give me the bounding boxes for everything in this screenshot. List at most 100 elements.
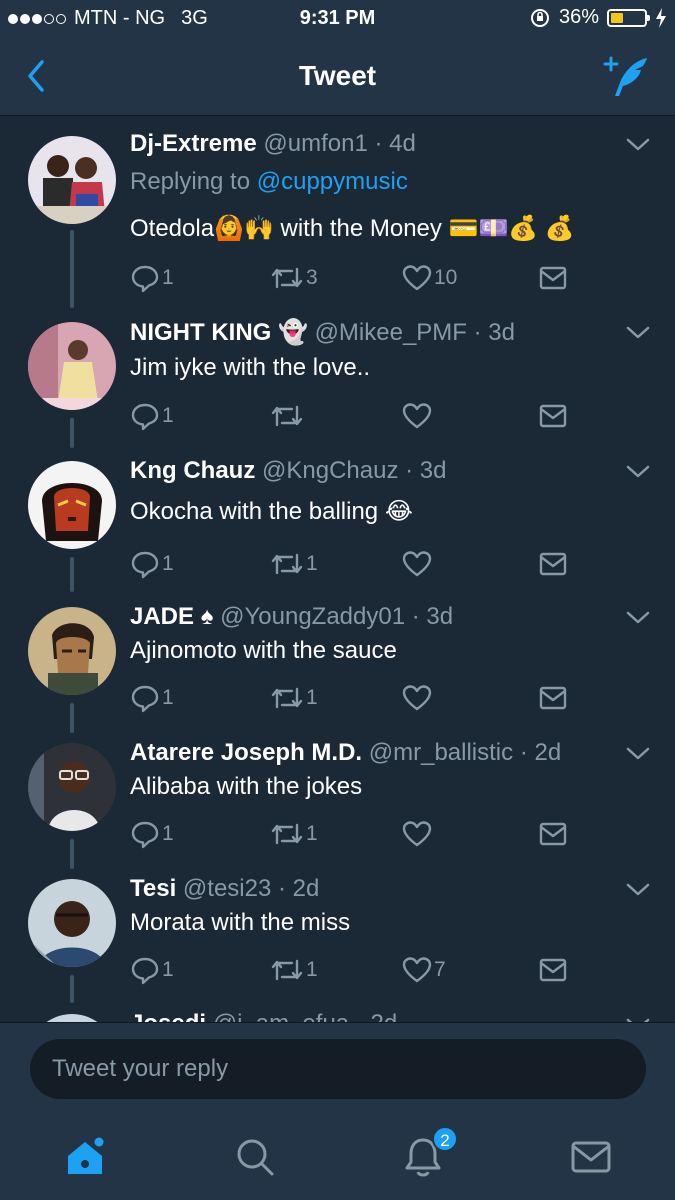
mention-link[interactable]: @cuppymusic (257, 168, 408, 195)
retweet-icon (271, 405, 303, 427)
tweet-text: Okocha with the balling 😂 (130, 498, 413, 525)
compose-tweet-button[interactable] (601, 54, 653, 100)
display-name[interactable]: JADE ♠ (130, 603, 213, 630)
tweet-item[interactable]: Atarere Joseph M.D. @mr_ballistic · 2d A… (0, 739, 675, 869)
messages-icon[interactable] (568, 1134, 614, 1180)
home-icon[interactable] (62, 1134, 108, 1180)
avatar[interactable] (28, 743, 116, 831)
heart-icon (402, 403, 432, 429)
chevron-down-icon[interactable] (624, 461, 652, 481)
retweet-button[interactable]: 1 (270, 955, 318, 985)
like-button[interactable] (402, 683, 434, 713)
tweet-header: Atarere Joseph M.D. @mr_ballistic · 2d (130, 739, 561, 767)
display-name[interactable]: Kng Chauz (130, 457, 255, 484)
avatar[interactable] (28, 1014, 116, 1022)
page-title: Tweet (298, 60, 377, 91)
retweet-count: 3 (306, 266, 318, 289)
share-dm-button[interactable] (538, 401, 568, 431)
avatar[interactable] (28, 461, 116, 549)
tweet-text: Ajinomoto with the sauce (130, 637, 397, 664)
retweet-icon (271, 959, 303, 981)
chevron-down-icon[interactable] (624, 607, 652, 627)
reply-button[interactable]: 1 (130, 401, 174, 431)
tweet-item[interactable]: Dj-Extreme @umfon1 · 4d Replying to @cup… (0, 130, 675, 308)
tweet-actions: 1 (130, 401, 580, 433)
chevron-down-icon[interactable] (624, 322, 652, 342)
envelope-icon (539, 822, 567, 846)
tweet-header: Tesi @tesi23 · 2d (130, 875, 319, 903)
nav-bar: Tweet (0, 38, 675, 116)
reply-icon (131, 265, 159, 293)
tweet-item[interactable]: Josedi @i_am_efua · 2d (0, 1010, 675, 1022)
tweet-actions: 1 1 (130, 819, 580, 851)
tweet-item[interactable]: Kng Chauz @KngChauz · 3d Okocha with the… (0, 457, 675, 592)
tweet-text: Otedola🙆🙌 with the Money 💳💷💰 💰 (130, 215, 575, 242)
reply-count: 1 (162, 822, 174, 845)
heart-icon (402, 685, 432, 711)
username[interactable]: @KngChauz (262, 457, 398, 484)
chevron-down-icon[interactable] (624, 879, 652, 899)
tab-bar: 2 (0, 1116, 675, 1200)
share-dm-button[interactable] (538, 683, 568, 713)
reply-button[interactable]: 1 (130, 819, 174, 849)
avatar[interactable] (28, 322, 116, 410)
like-button[interactable]: 7 (402, 955, 446, 985)
tweet-item[interactable]: Tesi @tesi23 · 2d Morata with the miss 1… (0, 875, 675, 1005)
tweet-text: Morata with the miss (130, 909, 351, 936)
like-button[interactable] (402, 401, 434, 431)
like-button[interactable] (402, 819, 434, 849)
display-name[interactable]: Josedi (130, 1010, 206, 1022)
envelope-icon (539, 686, 567, 710)
tweet-actions: 1 1 7 (130, 955, 580, 987)
reply-button[interactable]: 1 (130, 549, 174, 579)
reply-button[interactable]: 1 (130, 683, 174, 713)
heart-icon (402, 551, 432, 577)
retweet-button[interactable]: 1 (270, 683, 318, 713)
display-name[interactable]: NIGHT KING 👻 (130, 319, 308, 346)
retweet-button[interactable]: 3 (270, 263, 318, 293)
tweet-item[interactable]: JADE ♠ @YoungZaddy01 · 3d Ajinomoto with… (0, 603, 675, 733)
avatar[interactable] (28, 607, 116, 695)
envelope-icon (539, 266, 567, 290)
tweet-item[interactable]: NIGHT KING 👻 @Mikee_PMF · 3d Jim iyke wi… (0, 318, 675, 448)
search-icon[interactable] (232, 1134, 278, 1180)
avatar[interactable] (28, 136, 116, 224)
reply-icon (131, 685, 159, 713)
display-name[interactable]: Dj-Extreme (130, 130, 257, 157)
avatar[interactable] (28, 879, 116, 967)
display-name[interactable]: Tesi (130, 875, 176, 902)
rotation-lock-icon (530, 8, 549, 27)
tweet-header: JADE ♠ @YoungZaddy01 · 3d (130, 603, 453, 631)
share-dm-button[interactable] (538, 819, 568, 849)
retweet-button[interactable]: 1 (270, 549, 318, 579)
tweet-header: Josedi @i_am_efua · 2d (130, 1010, 397, 1022)
chevron-down-icon[interactable] (624, 1014, 652, 1022)
chevron-down-icon[interactable] (624, 743, 652, 763)
share-dm-button[interactable] (538, 549, 568, 579)
retweet-icon (271, 687, 303, 709)
share-dm-button[interactable] (538, 955, 568, 985)
reply-icon (131, 403, 159, 431)
username[interactable]: @tesi23 (183, 875, 271, 902)
heart-icon (402, 957, 432, 983)
username[interactable]: @YoungZaddy01 (220, 603, 405, 630)
reply-button[interactable]: 1 (130, 955, 174, 985)
battery-percent: 36% (558, 6, 599, 28)
retweet-button[interactable]: 1 (270, 819, 318, 849)
replying-to: Replying to @cuppymusic (130, 168, 408, 196)
retweet-button[interactable] (270, 401, 306, 431)
username[interactable]: @Mikee_PMF (315, 319, 467, 346)
username[interactable]: @umfon1 (263, 130, 367, 157)
like-button[interactable] (402, 549, 434, 579)
like-button[interactable]: 10 (402, 263, 457, 293)
username[interactable]: @i_am_efua (213, 1010, 349, 1022)
display-name[interactable]: Atarere Joseph M.D. (130, 739, 362, 766)
tweet-text: Jim iyke with the love.. (130, 354, 371, 381)
status-bar: MTN - NG 3G 9:31 PM 36% (0, 0, 675, 38)
share-dm-button[interactable] (538, 263, 568, 293)
reply-input[interactable] (30, 1039, 646, 1099)
username[interactable]: @mr_ballistic (369, 739, 513, 766)
tweet-header: Kng Chauz @KngChauz · 3d (130, 457, 446, 485)
reply-button[interactable]: 1 (130, 263, 174, 293)
chevron-down-icon[interactable] (624, 134, 652, 154)
